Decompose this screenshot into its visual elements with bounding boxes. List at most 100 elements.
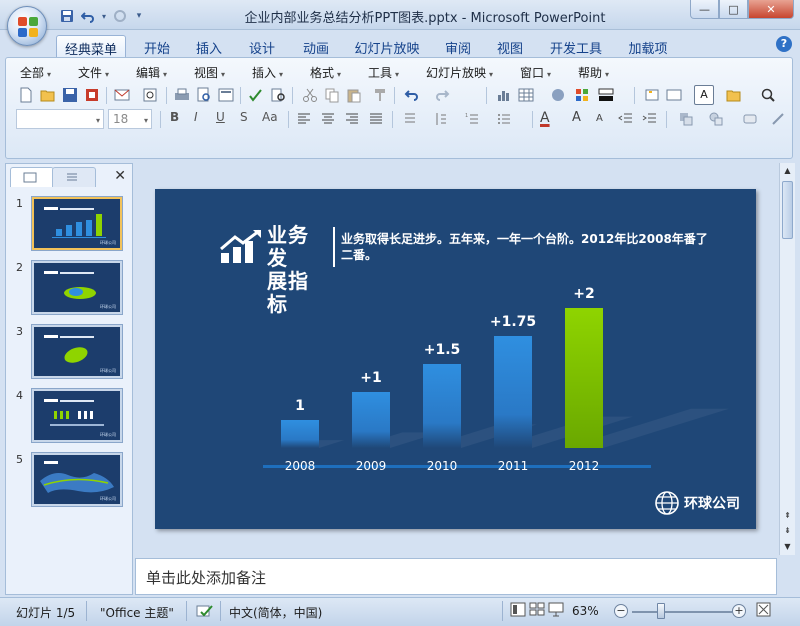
align-right-icon[interactable] bbox=[342, 109, 362, 129]
zoom-slider-track[interactable] bbox=[632, 611, 732, 613]
office-button[interactable] bbox=[7, 6, 47, 46]
save-icon[interactable] bbox=[58, 8, 76, 24]
grow-font-button[interactable]: A bbox=[572, 110, 581, 125]
slide-thumbnail-item[interactable]: 3 环球公司 bbox=[12, 325, 124, 381]
slide-thumbnail-item[interactable]: 4 环球公司 bbox=[12, 389, 124, 445]
print-icon[interactable] bbox=[172, 85, 192, 105]
maximize-button[interactable]: □ bbox=[719, 0, 748, 19]
open-folder-icon[interactable] bbox=[38, 85, 58, 105]
change-case-button[interactable]: Aa bbox=[262, 110, 278, 124]
color-icon[interactable] bbox=[572, 85, 592, 105]
slide-thumbnail-item[interactable]: 2 环球公司 bbox=[12, 261, 124, 317]
tab-developer[interactable]: 开发工具 bbox=[545, 35, 607, 57]
folder-icon[interactable] bbox=[724, 85, 744, 105]
shape-fill-icon[interactable] bbox=[740, 109, 760, 129]
spelling-icon[interactable] bbox=[246, 85, 266, 105]
menu-insert[interactable]: 插入 ▾ bbox=[252, 64, 283, 81]
print-preview-icon[interactable] bbox=[194, 85, 214, 105]
decrease-indent-icon[interactable] bbox=[616, 109, 636, 129]
underline-button[interactable]: U bbox=[216, 110, 225, 124]
grayscale-icon[interactable] bbox=[596, 85, 616, 105]
redo-icon[interactable] bbox=[432, 85, 452, 105]
bullets-icon[interactable] bbox=[494, 109, 514, 129]
slide-thumbnail-item[interactable]: 1 环球公司 bbox=[12, 197, 124, 253]
shapes-icon[interactable] bbox=[706, 109, 726, 129]
menu-window[interactable]: 窗口 ▾ bbox=[520, 64, 551, 81]
tab-classic-menu[interactable]: 经典菜单 bbox=[56, 35, 126, 58]
layout-icon[interactable] bbox=[216, 85, 236, 105]
menu-slideshow[interactable]: 幻灯片放映 ▾ bbox=[426, 64, 493, 81]
menu-file[interactable]: 文件 ▾ bbox=[78, 64, 109, 81]
increase-indent-icon[interactable] bbox=[640, 109, 660, 129]
slide-thumbnail[interactable]: 环球公司 bbox=[32, 453, 122, 506]
menu-edit[interactable]: 编辑 ▾ bbox=[136, 64, 167, 81]
format-painter-icon[interactable] bbox=[370, 85, 390, 105]
next-slide-icon[interactable]: ⇟ bbox=[780, 523, 795, 538]
redo-icon[interactable] bbox=[111, 8, 129, 24]
scrollbar-thumb[interactable] bbox=[782, 181, 793, 239]
new-slide-icon[interactable] bbox=[642, 85, 662, 105]
scroll-down-icon[interactable]: ▼ bbox=[780, 539, 795, 554]
research-icon[interactable] bbox=[268, 85, 288, 105]
undo-icon[interactable] bbox=[79, 8, 97, 24]
menu-format[interactable]: 格式 ▾ bbox=[310, 64, 341, 81]
slideshow-view-icon[interactable] bbox=[548, 602, 564, 620]
cut-icon[interactable] bbox=[300, 85, 320, 105]
slide-thumbnail[interactable]: 环球公司 bbox=[32, 325, 122, 378]
numbering-icon[interactable]: 1 bbox=[462, 109, 482, 129]
close-button[interactable]: ✕ bbox=[748, 0, 794, 19]
tab-animation[interactable]: 动画 bbox=[295, 35, 337, 57]
tab-slides[interactable] bbox=[10, 167, 54, 187]
tab-addins[interactable]: 加载项 bbox=[620, 35, 676, 57]
align-left-icon[interactable] bbox=[294, 109, 314, 129]
email-icon[interactable] bbox=[112, 85, 132, 105]
language-status[interactable]: 中文(简体，中国) bbox=[229, 604, 322, 621]
paste-icon[interactable] bbox=[344, 85, 364, 105]
font-size-combo[interactable]: 18 ▾ bbox=[108, 109, 152, 129]
arrange-icon[interactable] bbox=[676, 109, 696, 129]
menu-all[interactable]: 全部 ▾ bbox=[20, 64, 51, 81]
minimize-button[interactable]: — bbox=[690, 0, 719, 19]
slide-thumbnail[interactable]: 环球公司 bbox=[32, 389, 122, 442]
menu-view[interactable]: 视图 ▾ bbox=[194, 64, 225, 81]
normal-view-icon[interactable] bbox=[510, 602, 526, 620]
italic-button[interactable]: I bbox=[194, 110, 198, 124]
fit-to-window-icon[interactable] bbox=[756, 602, 771, 620]
new-document-icon[interactable] bbox=[16, 85, 36, 105]
current-slide[interactable]: 业务发 展指标 业务取得长足进步。五年来，一年一个台阶。2012年比2008年番… bbox=[155, 189, 756, 529]
undo-dropdown-icon[interactable]: ▾ bbox=[100, 8, 108, 24]
justify-icon[interactable] bbox=[366, 109, 386, 129]
font-color-button[interactable]: A bbox=[540, 110, 550, 126]
theme-name[interactable]: "Office 主题" bbox=[100, 604, 174, 621]
table-icon[interactable] bbox=[516, 85, 536, 105]
menu-help[interactable]: 帮助 ▾ bbox=[578, 64, 609, 81]
spelling-status-icon[interactable] bbox=[196, 604, 214, 621]
bold-button[interactable]: B bbox=[170, 110, 179, 124]
zoom-in-button[interactable]: + bbox=[732, 604, 746, 618]
tab-insert[interactable]: 插入 bbox=[188, 35, 230, 57]
menu-tools[interactable]: 工具 ▾ bbox=[368, 64, 399, 81]
shrink-font-button[interactable]: A bbox=[596, 113, 603, 124]
text-direction-icon[interactable] bbox=[400, 109, 420, 129]
save-icon[interactable] bbox=[60, 85, 80, 105]
notes-pane[interactable]: 单击此处添加备注 bbox=[135, 558, 777, 595]
customize-qat-icon[interactable]: ▾ bbox=[132, 8, 146, 24]
undo-icon[interactable] bbox=[402, 85, 422, 105]
slide-thumbnail[interactable]: 环球公司 bbox=[32, 197, 122, 250]
zoom-out-button[interactable]: − bbox=[614, 604, 628, 618]
smartart-icon[interactable] bbox=[548, 85, 568, 105]
copy-icon[interactable] bbox=[322, 85, 342, 105]
slide-sorter-icon[interactable] bbox=[529, 602, 545, 620]
attach-icon[interactable] bbox=[140, 85, 160, 105]
slide-layout-icon[interactable] bbox=[664, 85, 684, 105]
permission-icon[interactable] bbox=[82, 85, 102, 105]
tab-review[interactable]: 审阅 bbox=[437, 35, 479, 57]
line-spacing-icon[interactable] bbox=[430, 109, 450, 129]
tab-home[interactable]: 开始 bbox=[136, 35, 178, 57]
tab-design[interactable]: 设计 bbox=[241, 35, 283, 57]
zoom-level[interactable]: 63% bbox=[572, 604, 599, 618]
tab-slideshow[interactable]: 幻灯片放映 bbox=[350, 35, 424, 57]
tab-outline[interactable] bbox=[52, 167, 96, 187]
font-name-combo[interactable]: ▾ bbox=[16, 109, 104, 129]
vertical-scrollbar[interactable]: ▲ ⇞ ⇟ ▼ bbox=[779, 163, 795, 555]
